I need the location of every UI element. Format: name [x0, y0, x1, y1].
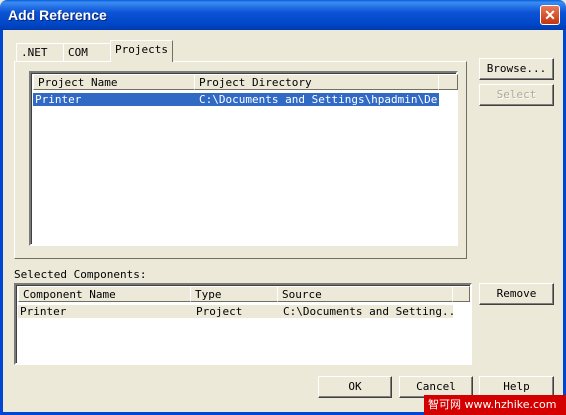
- project-name-header-label: Project Name: [38, 76, 118, 89]
- column-header-source[interactable]: Source: [277, 286, 453, 302]
- projects-list[interactable]: Project Name Project Directory Printer C…: [29, 71, 458, 246]
- column-header-project-directory[interactable]: Project Directory: [194, 74, 439, 90]
- column-header-component-name[interactable]: Component Name: [18, 286, 191, 302]
- tab-net[interactable]: .NET: [16, 43, 64, 61]
- selected-components-list[interactable]: Component Name Type Source Printer Proje…: [14, 283, 472, 365]
- browse-button[interactable]: Browse...: [479, 58, 554, 80]
- component-type-cell: Project: [196, 305, 243, 318]
- column-header-project-name[interactable]: Project Name: [33, 74, 195, 90]
- source-header-label: Source: [282, 288, 322, 301]
- tab-com-label: COM: [68, 46, 88, 59]
- component-name-cell: Printer: [20, 305, 67, 318]
- tab-projects[interactable]: Projects: [110, 40, 173, 62]
- component-source-cell: C:\Documents and Setting...: [283, 305, 453, 318]
- tab-com[interactable]: COM: [63, 43, 111, 61]
- remove-button[interactable]: Remove: [479, 283, 554, 305]
- component-name-header-label: Component Name: [23, 288, 116, 301]
- ok-button[interactable]: OK: [318, 376, 392, 398]
- type-header-label: Type: [195, 288, 222, 301]
- selected-components-label: Selected Components:: [14, 268, 147, 281]
- project-directory-header-label: Project Directory: [199, 76, 312, 89]
- watermark: 智可网 www.hzhike.com: [424, 395, 566, 415]
- select-button[interactable]: Select: [479, 84, 554, 106]
- tab-net-label: .NET: [21, 46, 48, 59]
- window-title: Add Reference: [8, 7, 107, 23]
- close-button[interactable]: ✕: [540, 5, 560, 25]
- column-header-filler: [452, 286, 470, 302]
- table-row[interactable]: Printer Project C:\Documents and Setting…: [18, 305, 453, 318]
- project-name-cell: Printer: [35, 93, 82, 106]
- table-row[interactable]: Printer C:\Documents and Settings\hpadmi…: [33, 93, 439, 106]
- close-icon: ✕: [544, 7, 556, 23]
- column-header-type[interactable]: Type: [190, 286, 278, 302]
- project-directory-cell: C:\Documents and Settings\hpadmin\De...: [199, 93, 439, 106]
- column-header-filler: [438, 74, 458, 90]
- tab-projects-label: Projects: [115, 43, 168, 56]
